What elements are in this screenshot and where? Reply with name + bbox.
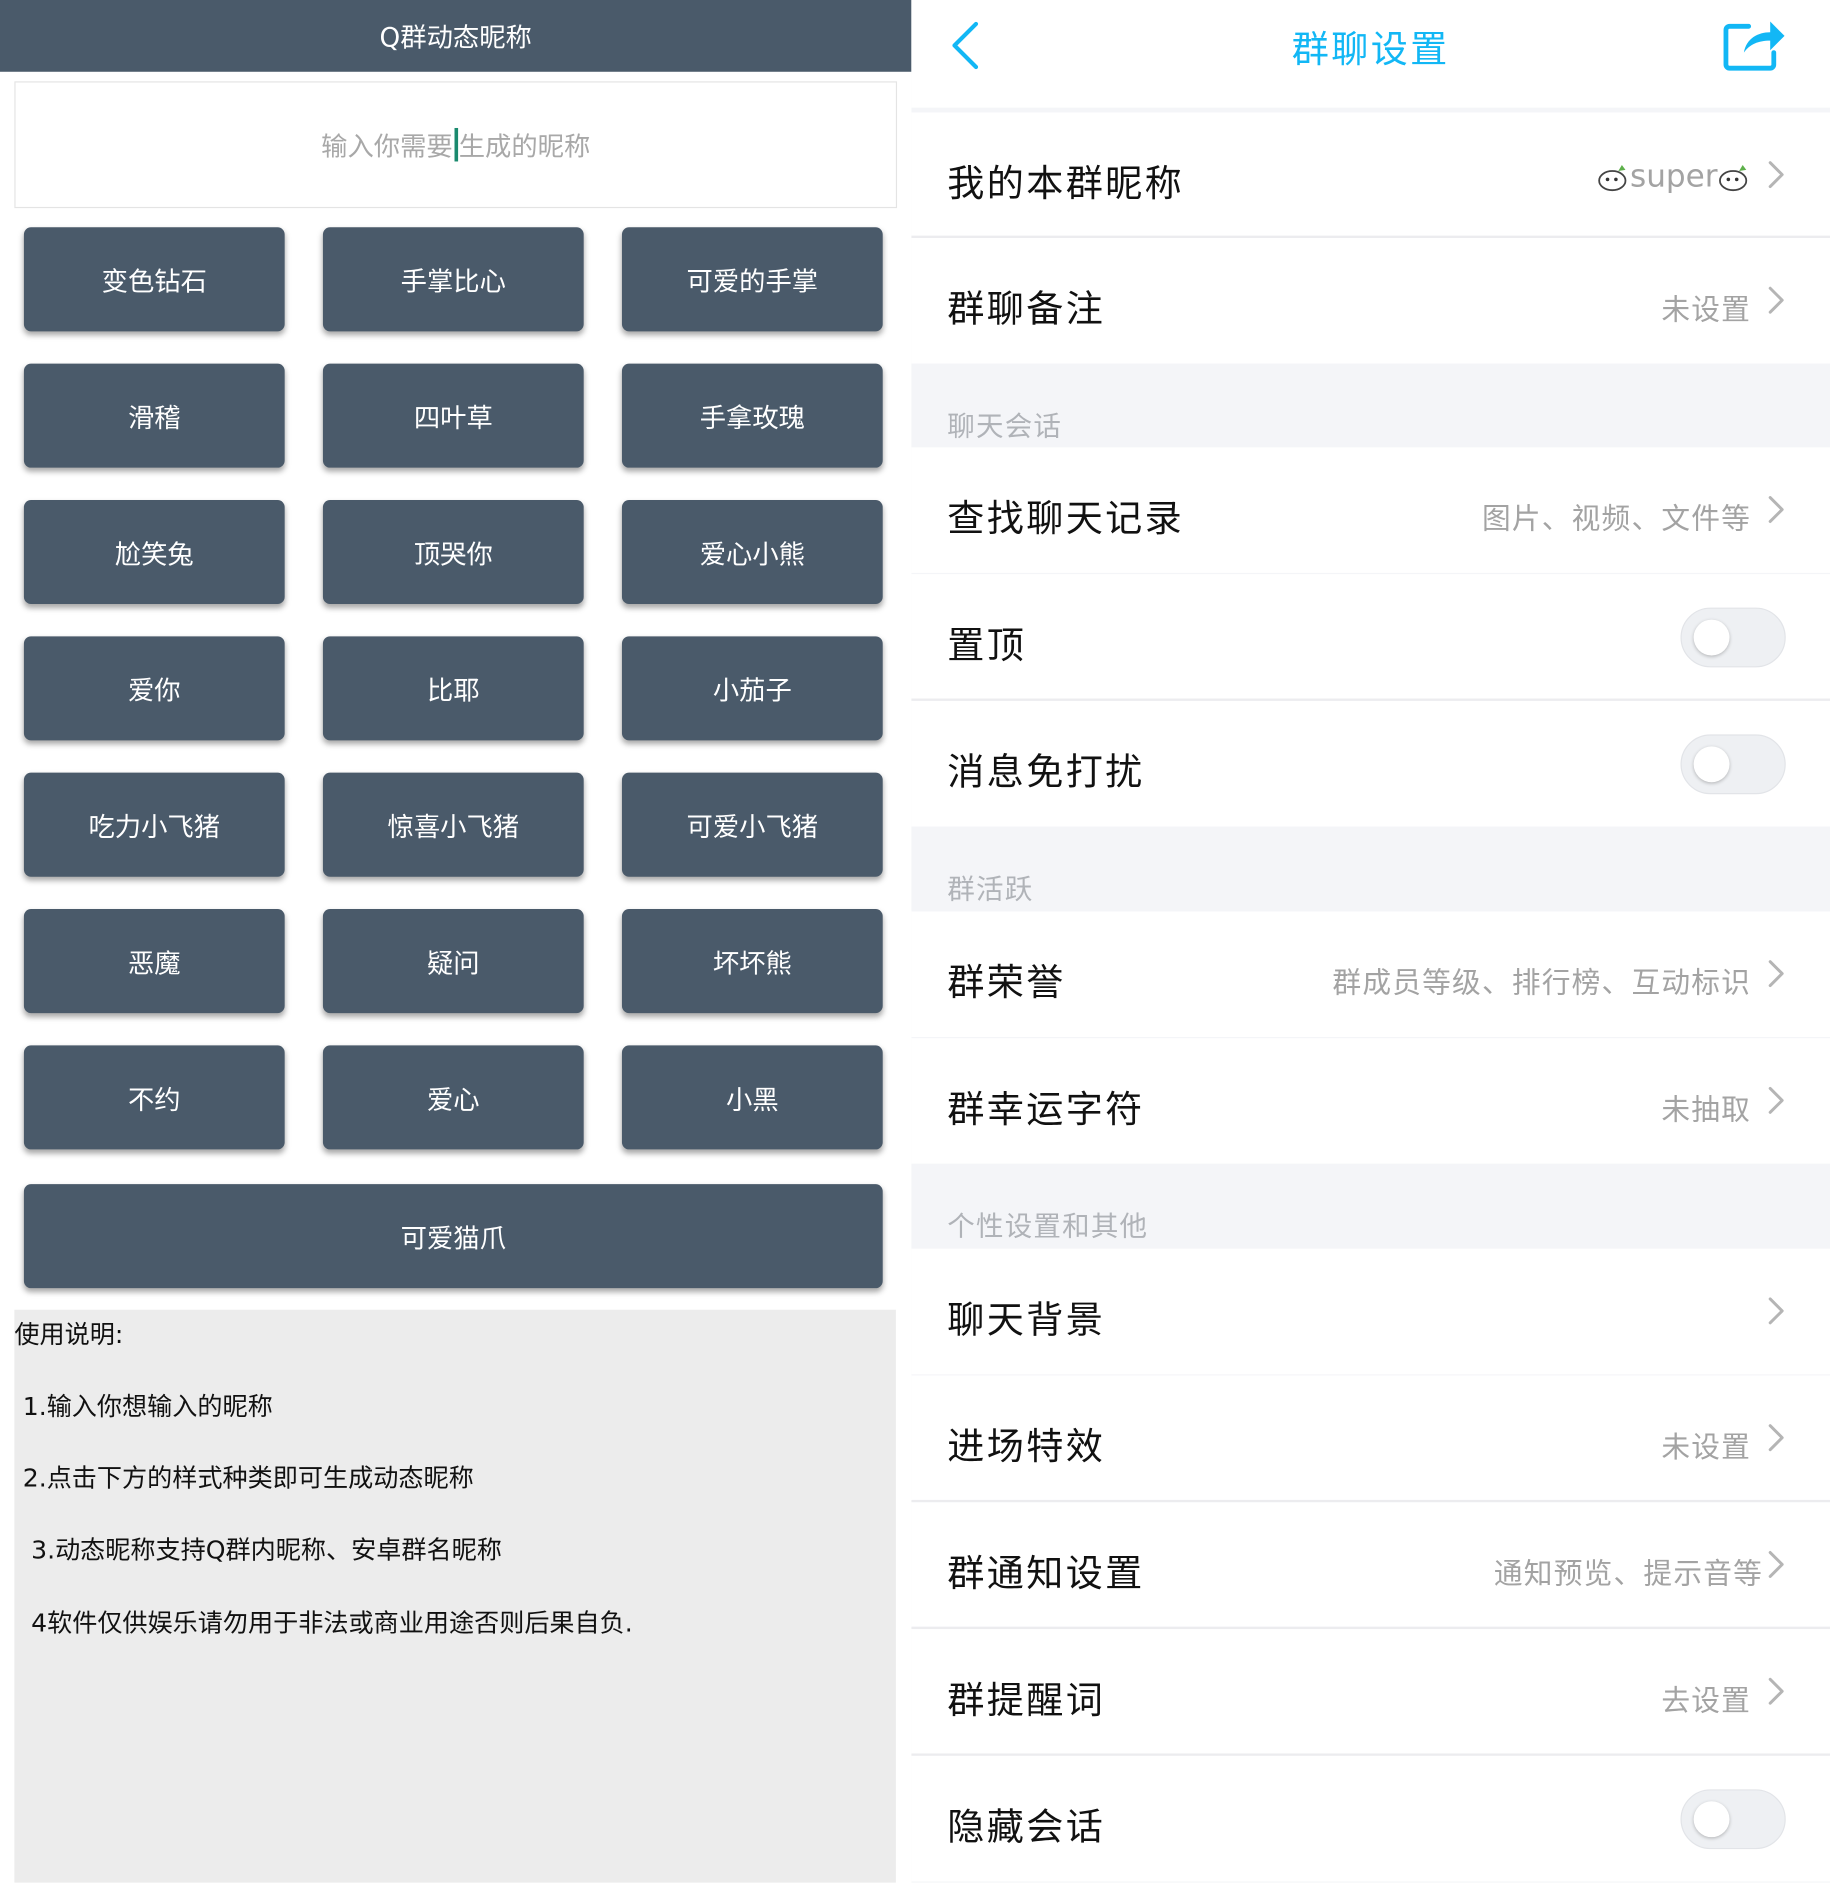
style-button[interactable]: 变色钻石 — [23, 227, 285, 332]
style-button[interactable]: 尬笑兔 — [23, 499, 285, 605]
do-not-disturb-row: 消息免打扰 — [911, 700, 1830, 827]
row-label: 隐藏会话 — [947, 1806, 1106, 1850]
row-label: 群通知设置 — [947, 1552, 1145, 1596]
page-title: 群聊设置 — [1291, 28, 1450, 72]
style-button[interactable]: 手拿玫瑰 — [621, 363, 883, 468]
row-label: 群荣誉 — [947, 961, 1066, 1005]
toggle-knob — [1693, 746, 1730, 783]
group-honor-row[interactable]: 群荣誉 群成员等级、排行榜、互动标识 — [911, 911, 1830, 1038]
search-chat-history-row[interactable]: 查找聊天记录 图片、视频、文件等 — [911, 447, 1830, 573]
lucky-character-row[interactable]: 群幸运字符 未抽取 — [911, 1038, 1830, 1164]
chevron-right-icon — [1768, 960, 1784, 988]
app-title: Q群动态昵称 — [0, 0, 912, 72]
style-button[interactable]: 爱心 — [322, 1045, 584, 1150]
section-title: 群活跃 — [947, 874, 1034, 906]
row-value: 未设置 — [1661, 1430, 1752, 1465]
my-group-nickname-row[interactable]: 我的本群昵称 super — [911, 112, 1830, 239]
text-cursor — [453, 127, 458, 162]
style-button[interactable]: 可爱小飞猪 — [621, 772, 883, 877]
row-value: 群成员等级、排行榜、互动标识 — [1332, 966, 1752, 1000]
instructions-heading: 使用说明: — [14, 1320, 124, 1350]
style-button[interactable]: 滑稽 — [23, 363, 285, 468]
section-title: 个性设置和其他 — [947, 1211, 1149, 1243]
style-button-grid: 变色钻石 手掌比心 可爱的手掌 滑稽 四叶草 手拿玫瑰 尬笑兔 顶哭你 爱心小熊… — [23, 227, 883, 1150]
row-value: 未抽取 — [1661, 1093, 1752, 1127]
entry-effect-row[interactable]: 进场特效 未设置 — [911, 1375, 1830, 1502]
reminder-word-row[interactable]: 群提醒词 去设置 — [911, 1629, 1830, 1755]
instruction-line: 3.动态昵称支持Q群内昵称、安卓群名昵称 — [31, 1535, 502, 1565]
row-label: 查找聊天记录 — [947, 497, 1185, 541]
row-label: 聊天背景 — [947, 1298, 1106, 1343]
row-label: 群幸运字符 — [947, 1088, 1145, 1132]
chevron-right-icon — [1768, 1677, 1784, 1705]
do-not-disturb-toggle[interactable] — [1680, 734, 1786, 795]
nickname-text: super — [1629, 159, 1718, 195]
row-label: 进场特效 — [947, 1425, 1106, 1469]
row-label: 群提醒词 — [947, 1679, 1106, 1723]
nickname-input[interactable]: 输入你需要 生成的昵称 — [14, 81, 898, 209]
style-button[interactable]: 惊喜小飞猪 — [322, 772, 584, 877]
instruction-line: 1.输入你想输入的昵称 — [22, 1392, 273, 1421]
style-button[interactable]: 手掌比心 — [322, 227, 584, 332]
instruction-line: 2.点击下方的样式种类即可生成动态昵称 — [22, 1464, 474, 1493]
row-label: 群聊备注 — [947, 288, 1106, 332]
nickname-input-text: 输入你需要 — [321, 132, 453, 163]
hide-chat-row: 隐藏会话 — [911, 1755, 1830, 1882]
chevron-right-icon — [1768, 1551, 1784, 1578]
chevron-right-icon — [1768, 161, 1784, 189]
style-button[interactable]: 可爱的手掌 — [621, 227, 883, 332]
style-button[interactable]: 爱心小熊 — [621, 499, 883, 605]
chevron-right-icon — [1768, 496, 1784, 523]
row-value: 去设置 — [1661, 1684, 1752, 1718]
toggle-knob — [1693, 1801, 1730, 1838]
chevron-right-icon — [1768, 286, 1784, 314]
nickname-value: super — [1597, 153, 1752, 201]
style-button[interactable]: 顶哭你 — [322, 499, 584, 605]
row-value: 未设置 — [1661, 293, 1752, 327]
row-label: 我的本群昵称 — [947, 162, 1185, 206]
row-value: 通知预览、提示音等 — [1493, 1557, 1764, 1591]
instructions-panel: 使用说明: 1.输入你想输入的昵称 2.点击下方的样式种类即可生成动态昵称 3.… — [14, 1309, 896, 1883]
chevron-right-icon — [1768, 1086, 1784, 1114]
penguin-icon — [1719, 165, 1748, 192]
share-icon[interactable] — [1720, 17, 1787, 74]
row-label: 消息免打扰 — [947, 751, 1145, 795]
style-button[interactable]: 不约 — [23, 1045, 285, 1150]
style-button[interactable]: 小茄子 — [621, 636, 883, 741]
settings-header: 群聊设置 — [911, 0, 1830, 108]
section-title: 聊天会话 — [947, 411, 1063, 443]
row-label: 置顶 — [947, 624, 1027, 668]
group-notification-row[interactable]: 群通知设置 通知预览、提示音等 — [911, 1502, 1830, 1628]
style-button[interactable]: 吃力小飞猪 — [23, 772, 285, 877]
penguin-icon — [1598, 165, 1627, 192]
chevron-right-icon — [1768, 1424, 1784, 1452]
toggle-knob — [1693, 619, 1730, 656]
pin-top-row: 置顶 — [911, 574, 1830, 700]
style-button[interactable]: 小黑 — [621, 1045, 883, 1150]
hide-chat-toggle[interactable] — [1680, 1789, 1786, 1850]
style-button[interactable]: 爱你 — [23, 636, 285, 741]
style-button[interactable]: 四叶草 — [322, 363, 584, 468]
style-button[interactable]: 疑问 — [322, 909, 584, 1014]
pin-top-toggle[interactable] — [1680, 607, 1786, 668]
style-button[interactable]: 恶魔 — [23, 909, 285, 1014]
style-button-wide[interactable]: 可爱猫爪 — [23, 1184, 883, 1289]
nickname-generator-panel: Q群动态昵称 输入你需要 生成的昵称 变色钻石 手掌比心 可爱的手掌 滑稽 四叶草… — [0, 0, 912, 1883]
group-settings-panel: 群聊设置 我的本群昵称 super 群聊备注 未设置 聊天会话 查找聊天记录 图… — [911, 0, 1830, 1883]
style-button[interactable]: 比耶 — [322, 636, 584, 741]
group-remark-row[interactable]: 群聊备注 未设置 — [911, 238, 1830, 364]
row-value: 图片、视频、文件等 — [1481, 502, 1752, 536]
section-header-chat: 聊天会话 — [911, 363, 1830, 448]
section-header-personal: 个性设置和其他 — [911, 1163, 1830, 1248]
chevron-right-icon — [1768, 1297, 1784, 1325]
style-button[interactable]: 坏坏熊 — [621, 909, 883, 1014]
nickname-input-text-rest: 生成的昵称 — [458, 132, 591, 163]
chat-background-row[interactable]: 聊天背景 — [911, 1248, 1830, 1375]
section-header-activity: 群活跃 — [911, 826, 1830, 911]
instruction-line: 4软件仅供娱乐请勿用于非法或商业用途否则后果自负. — [31, 1608, 633, 1638]
